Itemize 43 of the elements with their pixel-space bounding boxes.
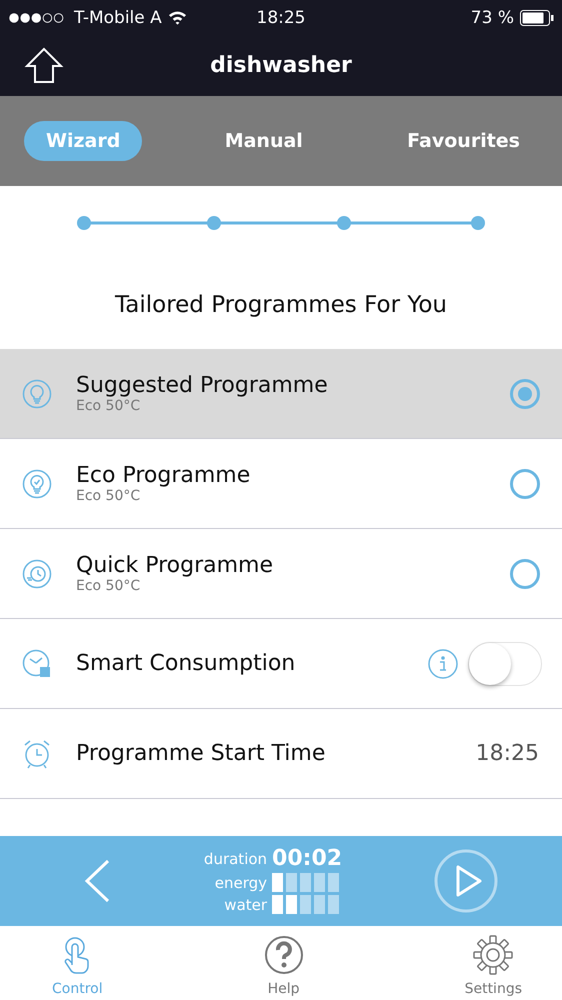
- lightbulb-icon: [22, 378, 52, 408]
- carrier-name: T-Mobile A: [74, 8, 162, 28]
- start-time-value[interactable]: 18:25: [476, 741, 539, 766]
- back-button[interactable]: [82, 858, 112, 904]
- bottom-tab[interactable]: Help: [264, 926, 304, 999]
- programme-row[interactable]: Eco Programme Eco 50°C: [0, 439, 562, 529]
- row-title: Quick Programme: [76, 553, 274, 578]
- info-icon[interactable]: [428, 648, 458, 678]
- wifi-icon: [168, 10, 187, 25]
- row-subtitle: Eco 50°C: [76, 578, 142, 594]
- tab[interactable]: Favourites: [385, 121, 542, 161]
- clock-icon: [22, 558, 52, 588]
- row-title: Suggested Programme: [76, 373, 329, 398]
- toggle-switch[interactable]: [468, 642, 542, 686]
- status-time: 18:25: [256, 8, 306, 28]
- meter-label: water: [223, 896, 268, 914]
- alarm-clock-icon: [22, 738, 52, 768]
- row-title: Eco Programme: [76, 463, 252, 488]
- battery-icon: [520, 10, 554, 26]
- home-icon[interactable]: [24, 46, 64, 86]
- programme-row[interactable]: Quick Programme Eco 50°C: [0, 529, 562, 619]
- bottom-tab[interactable]: Settings: [464, 926, 522, 999]
- screen-title: dishwasher: [210, 53, 352, 78]
- row-title: Smart Consumption: [76, 651, 296, 676]
- clock-coins-icon: [22, 648, 52, 678]
- tab[interactable]: Manual: [202, 121, 325, 161]
- bottom-tab[interactable]: Control: [52, 926, 103, 999]
- radio-button[interactable]: [510, 558, 540, 588]
- settings-icon: [473, 935, 514, 975]
- lightbulb-check-icon: [22, 468, 52, 498]
- radio-button[interactable]: [510, 468, 540, 498]
- radio-button[interactable]: [510, 378, 540, 408]
- row-subtitle: Eco 50°C: [76, 398, 142, 414]
- row-title: Programme Start Time: [76, 741, 326, 766]
- row-subtitle: Eco 50°C: [76, 488, 142, 504]
- section-heading: Tailored Programmes For You: [114, 290, 448, 320]
- programme-row[interactable]: Suggested Programme Eco 50°C: [0, 349, 562, 439]
- meter-label: energy: [214, 874, 268, 892]
- duration-label: duration: [204, 850, 268, 868]
- battery-percentage: 73 %: [470, 8, 514, 28]
- help-icon: [264, 935, 304, 975]
- duration-value: 00:02: [272, 848, 342, 870]
- play-button[interactable]: [434, 849, 498, 913]
